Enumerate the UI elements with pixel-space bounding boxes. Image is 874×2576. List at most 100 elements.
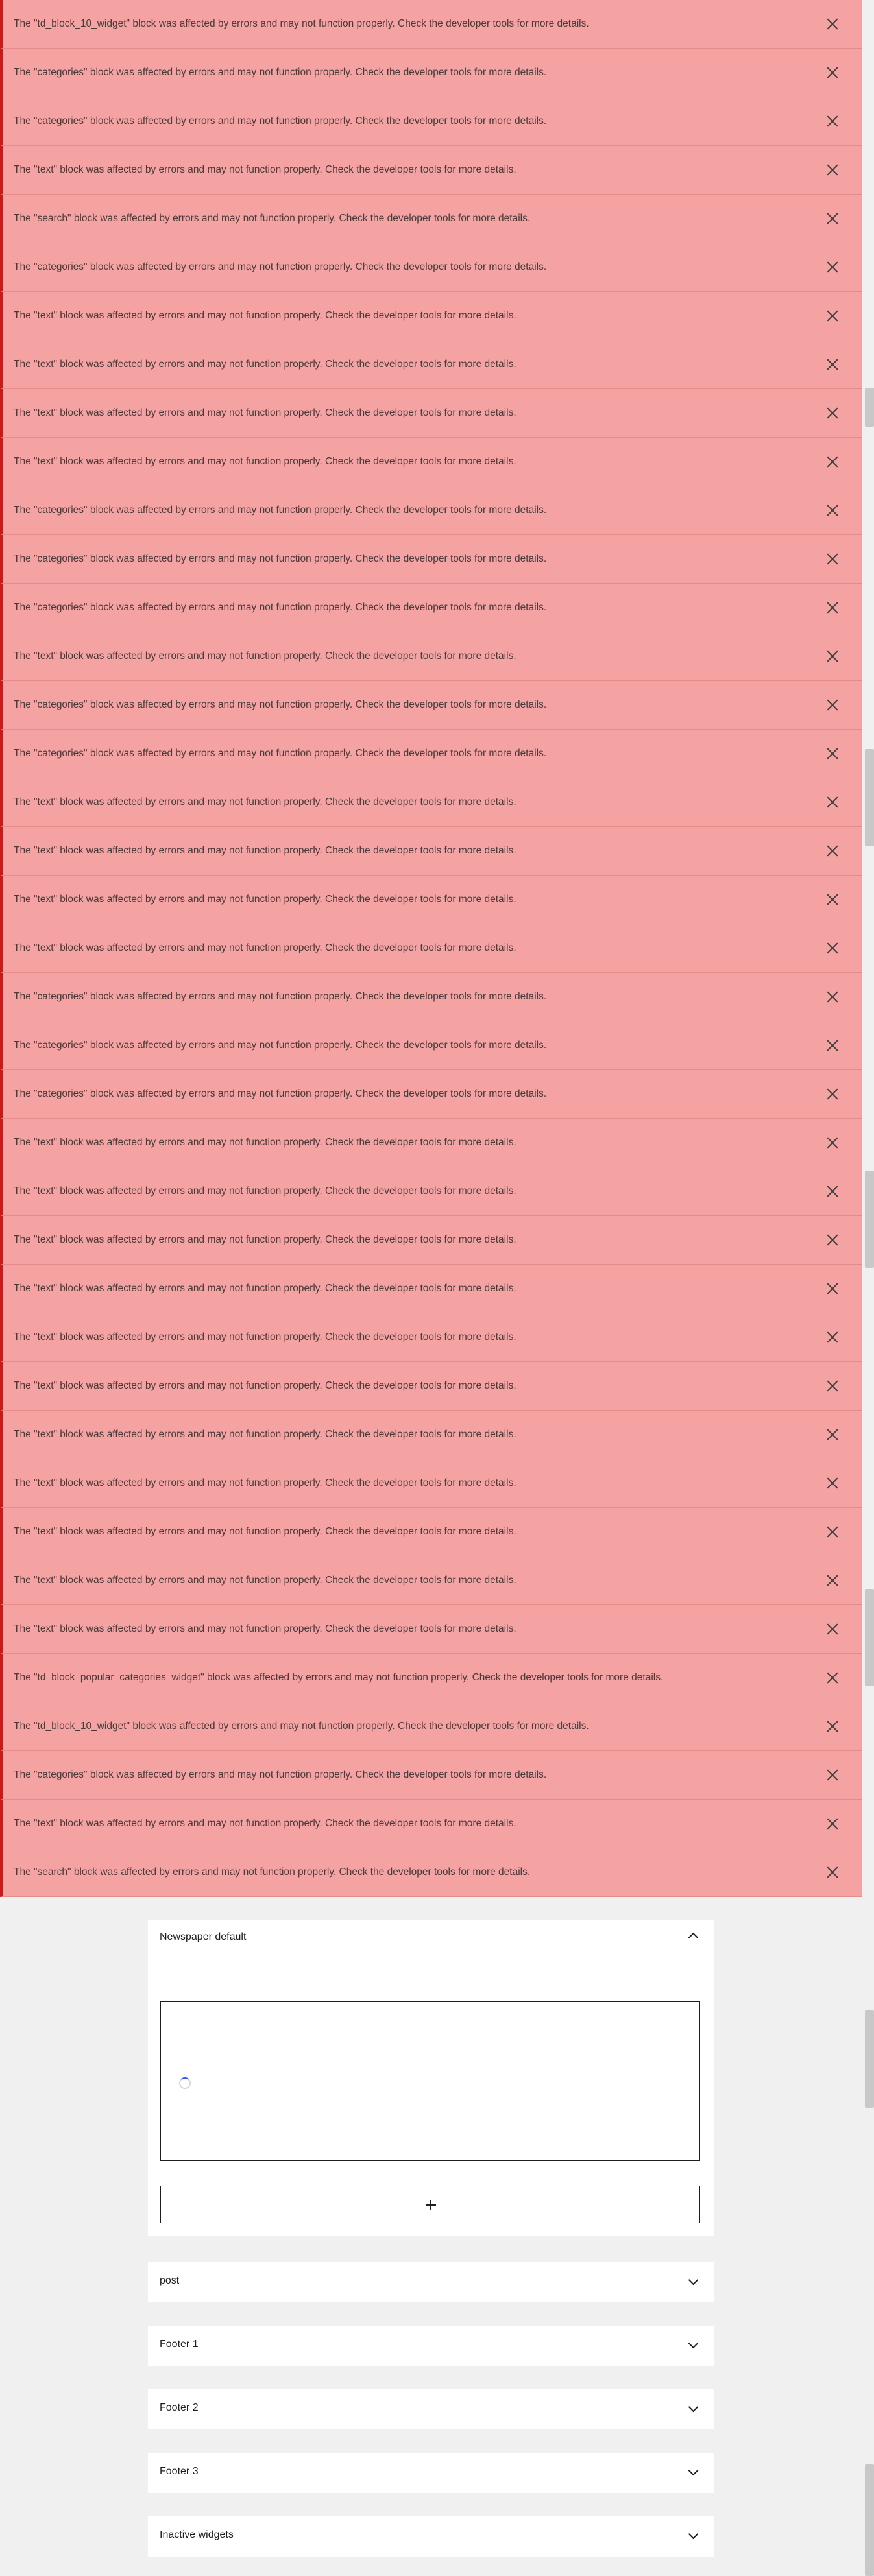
error-notice-text: The "text" block was affected by errors … (14, 845, 516, 856)
close-icon[interactable] (823, 1036, 842, 1055)
error-notice: The "text" block was affected by errors … (0, 438, 862, 486)
close-icon[interactable] (823, 1668, 842, 1688)
scrollbar-thumb[interactable] (865, 2464, 874, 2576)
scrollbar-thumb[interactable] (865, 2010, 874, 2108)
close-icon[interactable] (823, 793, 842, 812)
error-notice: The "text" block was affected by errors … (0, 827, 862, 876)
chevron-down-icon[interactable] (688, 2402, 699, 2413)
widget-area-newspaper-default: Newspaper default (148, 1920, 714, 2236)
close-icon[interactable] (823, 1863, 842, 1882)
scrollbar-thumb[interactable] (865, 1171, 874, 1268)
close-icon[interactable] (823, 1328, 842, 1347)
widget-area-footer-2[interactable]: Footer 2 (148, 2389, 714, 2429)
close-icon[interactable] (823, 841, 842, 861)
page-scrollbar[interactable] (862, 0, 874, 2576)
error-notice-text: The "categories" block was affected by e… (14, 553, 547, 564)
error-notice-text: The "text" block was affected by errors … (14, 1380, 516, 1391)
error-notice-text: The "td_block_10_widget" block was affec… (14, 18, 589, 29)
error-notice: The "text" block was affected by errors … (0, 632, 862, 681)
close-icon[interactable] (823, 14, 842, 34)
widget-area-title: Footer 2 (160, 2402, 199, 2413)
scrollbar-thumb[interactable] (865, 749, 874, 846)
error-notice: The "text" block was affected by errors … (0, 1508, 862, 1556)
close-icon[interactable] (823, 1230, 842, 1250)
loading-spinner-icon (179, 2077, 191, 2089)
chevron-down-icon[interactable] (688, 2465, 699, 2476)
error-notice: The "text" block was affected by errors … (0, 1411, 862, 1459)
error-notice: The "text" block was affected by errors … (0, 876, 862, 924)
widget-block-container[interactable] (160, 2001, 700, 2161)
error-notice: The "text" block was affected by errors … (0, 1556, 862, 1605)
close-icon[interactable] (823, 63, 842, 82)
error-notice: The "categories" block was affected by e… (0, 1751, 862, 1800)
close-icon[interactable] (823, 1571, 842, 1590)
close-icon[interactable] (823, 1619, 842, 1639)
error-notice-text: The "categories" block was affected by e… (14, 991, 547, 1002)
close-icon[interactable] (823, 1473, 842, 1493)
chevron-up-icon[interactable] (688, 1932, 699, 1943)
error-notice: The "categories" block was affected by e… (0, 1021, 862, 1070)
error-notice: The "text" block was affected by errors … (0, 389, 862, 438)
close-icon[interactable] (823, 1717, 842, 1736)
close-icon[interactable] (823, 1279, 842, 1298)
close-icon[interactable] (823, 355, 842, 374)
chevron-down-icon[interactable] (688, 2529, 699, 2540)
widget-area-footer-1[interactable]: Footer 1 (148, 2326, 714, 2366)
error-notice-text: The "text" block was affected by errors … (14, 310, 516, 321)
close-icon[interactable] (823, 209, 842, 228)
close-icon[interactable] (823, 1765, 842, 1785)
chevron-down-icon[interactable] (688, 2274, 699, 2285)
error-notice-text: The "text" block was affected by errors … (14, 1623, 516, 1634)
error-notice: The "td_block_10_widget" block was affec… (0, 0, 862, 49)
close-icon[interactable] (823, 257, 842, 277)
close-icon[interactable] (823, 1522, 842, 1542)
close-icon[interactable] (823, 452, 842, 471)
error-notice: The "text" block was affected by errors … (0, 924, 862, 973)
close-icon[interactable] (823, 1814, 842, 1833)
close-icon[interactable] (823, 112, 842, 131)
close-icon[interactable] (823, 1182, 842, 1201)
close-icon[interactable] (823, 890, 842, 909)
error-notice-text: The "categories" block was affected by e… (14, 602, 547, 613)
close-icon[interactable] (823, 306, 842, 326)
error-notice-text: The "text" block was affected by errors … (14, 1234, 516, 1245)
error-notice-text: The "categories" block was affected by e… (14, 261, 547, 272)
close-icon[interactable] (823, 647, 842, 666)
close-icon[interactable] (823, 1133, 842, 1152)
close-icon[interactable] (823, 695, 842, 715)
error-notice: The "td_block_popular_categories_widget"… (0, 1654, 862, 1702)
close-icon[interactable] (823, 403, 842, 423)
scrollbar-thumb[interactable] (865, 1589, 874, 1686)
error-notice-text: The "td_block_popular_categories_widget"… (14, 1672, 664, 1683)
widget-area-footer-3[interactable]: Footer 3 (148, 2453, 714, 2493)
scrollbar-thumb[interactable] (865, 388, 874, 427)
close-icon[interactable] (823, 1376, 842, 1396)
chevron-down-icon[interactable] (688, 2338, 699, 2349)
close-icon[interactable] (823, 987, 842, 1007)
close-icon[interactable] (823, 160, 842, 180)
widget-area-inactive-widgets[interactable]: Inactive widgets (148, 2516, 714, 2557)
error-notice: The "categories" block was affected by e… (0, 49, 862, 97)
widget-area-title: Footer 3 (160, 2466, 199, 2477)
error-notice-text: The "text" block was affected by errors … (14, 1186, 516, 1197)
add-block-button[interactable] (160, 2186, 700, 2223)
error-notice-text: The "search" block was affected by error… (14, 1866, 531, 1878)
close-icon[interactable] (823, 501, 842, 520)
error-notice: The "categories" block was affected by e… (0, 730, 862, 778)
widget-area-post[interactable]: post (148, 2262, 714, 2302)
close-icon[interactable] (823, 1084, 842, 1104)
close-icon[interactable] (823, 744, 842, 763)
widget-area-title[interactable]: Newspaper default (160, 1931, 246, 1943)
error-notice-text: The "categories" block was affected by e… (14, 115, 547, 126)
error-notice-text: The "text" block was affected by errors … (14, 1526, 516, 1537)
close-icon[interactable] (823, 549, 842, 569)
error-notice: The "text" block was affected by errors … (0, 778, 862, 827)
error-notice: The "td_block_10_widget" block was affec… (0, 1702, 862, 1751)
error-notice: The "text" block was affected by errors … (0, 1362, 862, 1411)
error-notice: The "search" block was affected by error… (0, 1848, 862, 1897)
error-notice: The "categories" block was affected by e… (0, 97, 862, 146)
close-icon[interactable] (823, 598, 842, 617)
error-notice-text: The "categories" block was affected by e… (14, 699, 547, 710)
close-icon[interactable] (823, 1425, 842, 1444)
close-icon[interactable] (823, 938, 842, 958)
